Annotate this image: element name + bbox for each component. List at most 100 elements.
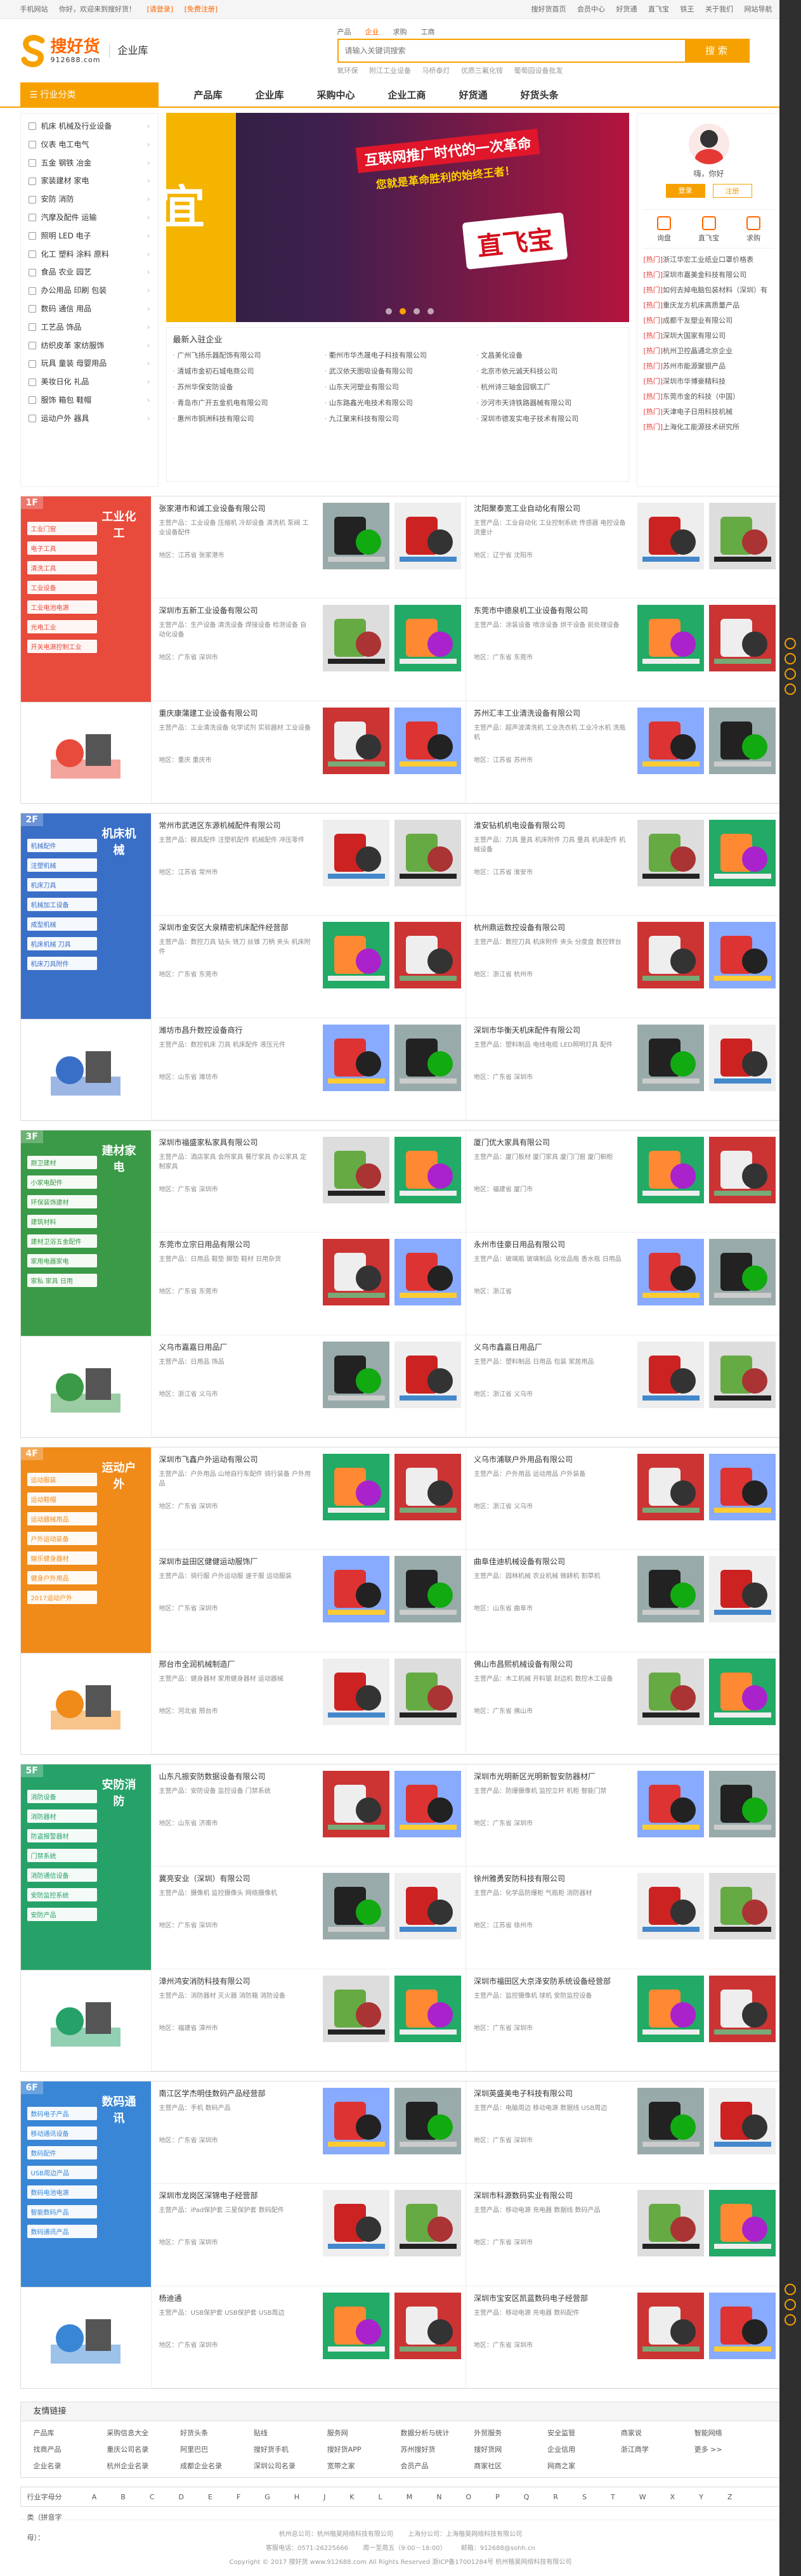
search-button[interactable]: 搜 索 [684,39,748,61]
floor-tag[interactable]: 光电工业 [27,620,97,633]
new-company-link[interactable]: 杭州诗三轴金园钢工厂 [476,382,622,392]
product-image[interactable] [394,2088,461,2154]
floor-tag[interactable]: 运动器械用品 [27,1512,97,1525]
category-item[interactable]: 食品 农业 园艺 › [21,263,158,282]
floor-tag[interactable]: 家私 家具 日用 [27,1274,97,1287]
product-image[interactable] [394,1771,461,1837]
news-item[interactable]: [热门]浙江华宏工业纸业口罩价格表 [644,252,774,268]
alpha-letter[interactable]: W [639,2487,646,2506]
company-name[interactable]: 东莞市中德泉机工业设备有限公司 [474,605,627,616]
tiewang-link[interactable]: 铁王 [681,5,694,13]
floor-tag[interactable]: 安防监控系统 [27,1888,97,1901]
product-image[interactable] [637,1556,704,1623]
company-name[interactable]: 潍坊市昌升数控设备商行 [159,1025,313,1035]
friend-link[interactable]: 企业名录 [34,2461,107,2471]
mobile-site-link[interactable]: 手机网站 [20,5,48,13]
new-company-link[interactable]: 青岛市广开五金机电有限公司 [173,398,318,408]
nav-company-lib[interactable]: 企业库 [256,82,284,108]
product-image[interactable] [322,1975,389,2042]
friend-link[interactable]: 商家说 [621,2428,694,2438]
search-input[interactable] [338,39,685,61]
friend-link[interactable]: 深圳公司名录 [254,2461,327,2471]
hot-keyword[interactable]: 氧环保 [337,67,358,75]
product-image[interactable] [709,707,776,774]
product-image[interactable] [709,1341,776,1408]
product-image[interactable] [709,2088,776,2154]
company-name[interactable]: 深圳市龙岗区深锦电子经营部 [159,2190,313,2201]
company-name[interactable]: 深圳市宝安区凯蓝数码电子经营部 [474,2293,627,2303]
product-image[interactable] [394,707,461,774]
top-icon[interactable] [785,2314,796,2326]
hot-keyword[interactable]: 马桥泰灯 [422,67,450,75]
friend-link[interactable]: 企业信用 [547,2444,621,2454]
product-image[interactable] [394,1658,461,1725]
product-image[interactable] [637,820,704,886]
friend-link[interactable]: 浙江商学 [621,2444,694,2454]
company-card[interactable]: 杨迪通 主营产品：USB保护套 USB保护套 USB周边 地区：广东省 深圳市 [150,2286,466,2388]
company-name[interactable]: 深圳市金安区大泉精密机床配件经营部 [159,922,313,933]
floor-tag[interactable]: 机床机械 刀具 [27,937,97,950]
phone-icon[interactable] [785,2299,796,2310]
friend-link[interactable]: 好货头条 [180,2428,254,2438]
site-nav-link[interactable]: 网站导航 [745,5,772,13]
product-image[interactable] [322,1341,389,1408]
product-image[interactable] [637,2190,704,2257]
floor-tag[interactable]: 成型机械 [27,917,97,931]
company-name[interactable]: 苏州汇丰工业清洗设备有限公司 [474,708,627,718]
hot-keyword[interactable]: 葡萄园设备批发 [514,67,563,75]
floor-tag[interactable]: 数码电子产品 [27,2107,97,2120]
star-icon[interactable] [785,683,796,695]
product-image[interactable] [394,1975,461,2042]
alpha-letter[interactable]: H [294,2487,299,2506]
floor-feature-image[interactable] [20,1336,151,1437]
news-item[interactable]: [热门]成都千友塑业有限公司 [644,313,774,328]
friend-link[interactable]: 成都企业名录 [180,2461,254,2471]
floor-feature-image[interactable] [20,1970,151,2071]
floor-feature-image[interactable] [20,2287,151,2388]
company-card[interactable]: 义乌市鑫嘉日用品厂 主营产品：塑料制品 日用品 包装 家居用品 地区：浙江省 义乌市 [466,1335,781,1437]
floor-feature-image[interactable] [20,1019,151,1120]
product-image[interactable] [709,922,776,989]
news-item[interactable]: [热门]深圳市华博豪精科技 [644,374,774,389]
alpha-letter[interactable]: F [237,2487,240,2506]
product-image[interactable] [637,2088,704,2154]
product-image[interactable] [322,1239,389,1306]
quick-zhifeibao[interactable]: 直飞宝 [698,216,719,243]
product-image[interactable] [637,1975,704,2042]
new-company-link[interactable]: 山东路鑫光电技术有限公司 [325,398,470,408]
product-image[interactable] [394,1873,461,1940]
alpha-letter[interactable]: N [436,2487,441,2506]
search-tab-business[interactable]: 工商 [421,27,435,37]
company-name[interactable]: 东莞市立宗日用品有限公司 [159,1239,313,1250]
product-image[interactable] [322,605,389,672]
category-item[interactable]: 安防 消防 › [21,190,158,209]
company-card[interactable]: 苏州汇丰工业清洗设备有限公司 主营产品：超声波清洗机 工业洗衣机 工业冷水机 洗瓶… [466,701,781,803]
floor-tag[interactable]: 健身户外用品 [27,1571,97,1584]
quick-inquiry[interactable]: 询盘 [657,216,671,243]
floor-tag[interactable]: 消防通信设备 [27,1868,97,1882]
news-item[interactable]: [热门]深圳市嘉美金科技有限公司 [644,268,774,283]
category-item[interactable]: 家装建材 家电 › [21,172,158,190]
company-card[interactable]: 潍坊市昌升数控设备商行 主营产品：数控机床 刀具 机床配件 液压元件 地区：山东省 … [150,1018,466,1120]
company-card[interactable]: 重庆康蒲建工业设备有限公司 主营产品：工业清洗设备 化学试剂 实验器材 工业设备地… [150,701,466,803]
company-name[interactable]: 徐州雅勇安防科技有限公司 [474,1873,627,1884]
category-item[interactable]: 照明 LED 电子 › [21,227,158,245]
company-name[interactable]: 邢台市全润机械制造厂 [159,1659,313,1669]
new-company-link[interactable]: 沙河市天诗铁路器械有限公司 [476,398,622,408]
floor-tag[interactable]: 消防器材 [27,1809,97,1823]
company-card[interactable]: 义乌市嘉嘉日用品厂 主营产品：日用品 饰品 地区：浙江省 义乌市 [150,1335,466,1437]
product-image[interactable] [637,1873,704,1940]
new-company-link[interactable]: 苏州华保安防设备 [173,382,318,392]
category-item[interactable]: 仪表 电工电气 › [21,136,158,154]
nav-business[interactable]: 企业工商 [388,82,426,108]
product-image[interactable] [322,2292,389,2359]
product-image[interactable] [322,820,389,886]
floor-tag[interactable]: 户外运动装备 [27,1532,97,1545]
company-name[interactable]: 深圳市华衡天机床配件有限公司 [474,1025,627,1035]
new-company-link[interactable]: 清城市金初石城电商公司 [173,366,318,376]
product-image[interactable] [394,922,461,989]
friend-link[interactable]: 外贸服务 [474,2428,547,2438]
floor-tag[interactable]: 厨卫建材 [27,1156,97,1169]
alpha-letter[interactable]: Y [699,2487,703,2506]
floor-tag[interactable]: 数码配件 [27,2146,97,2159]
